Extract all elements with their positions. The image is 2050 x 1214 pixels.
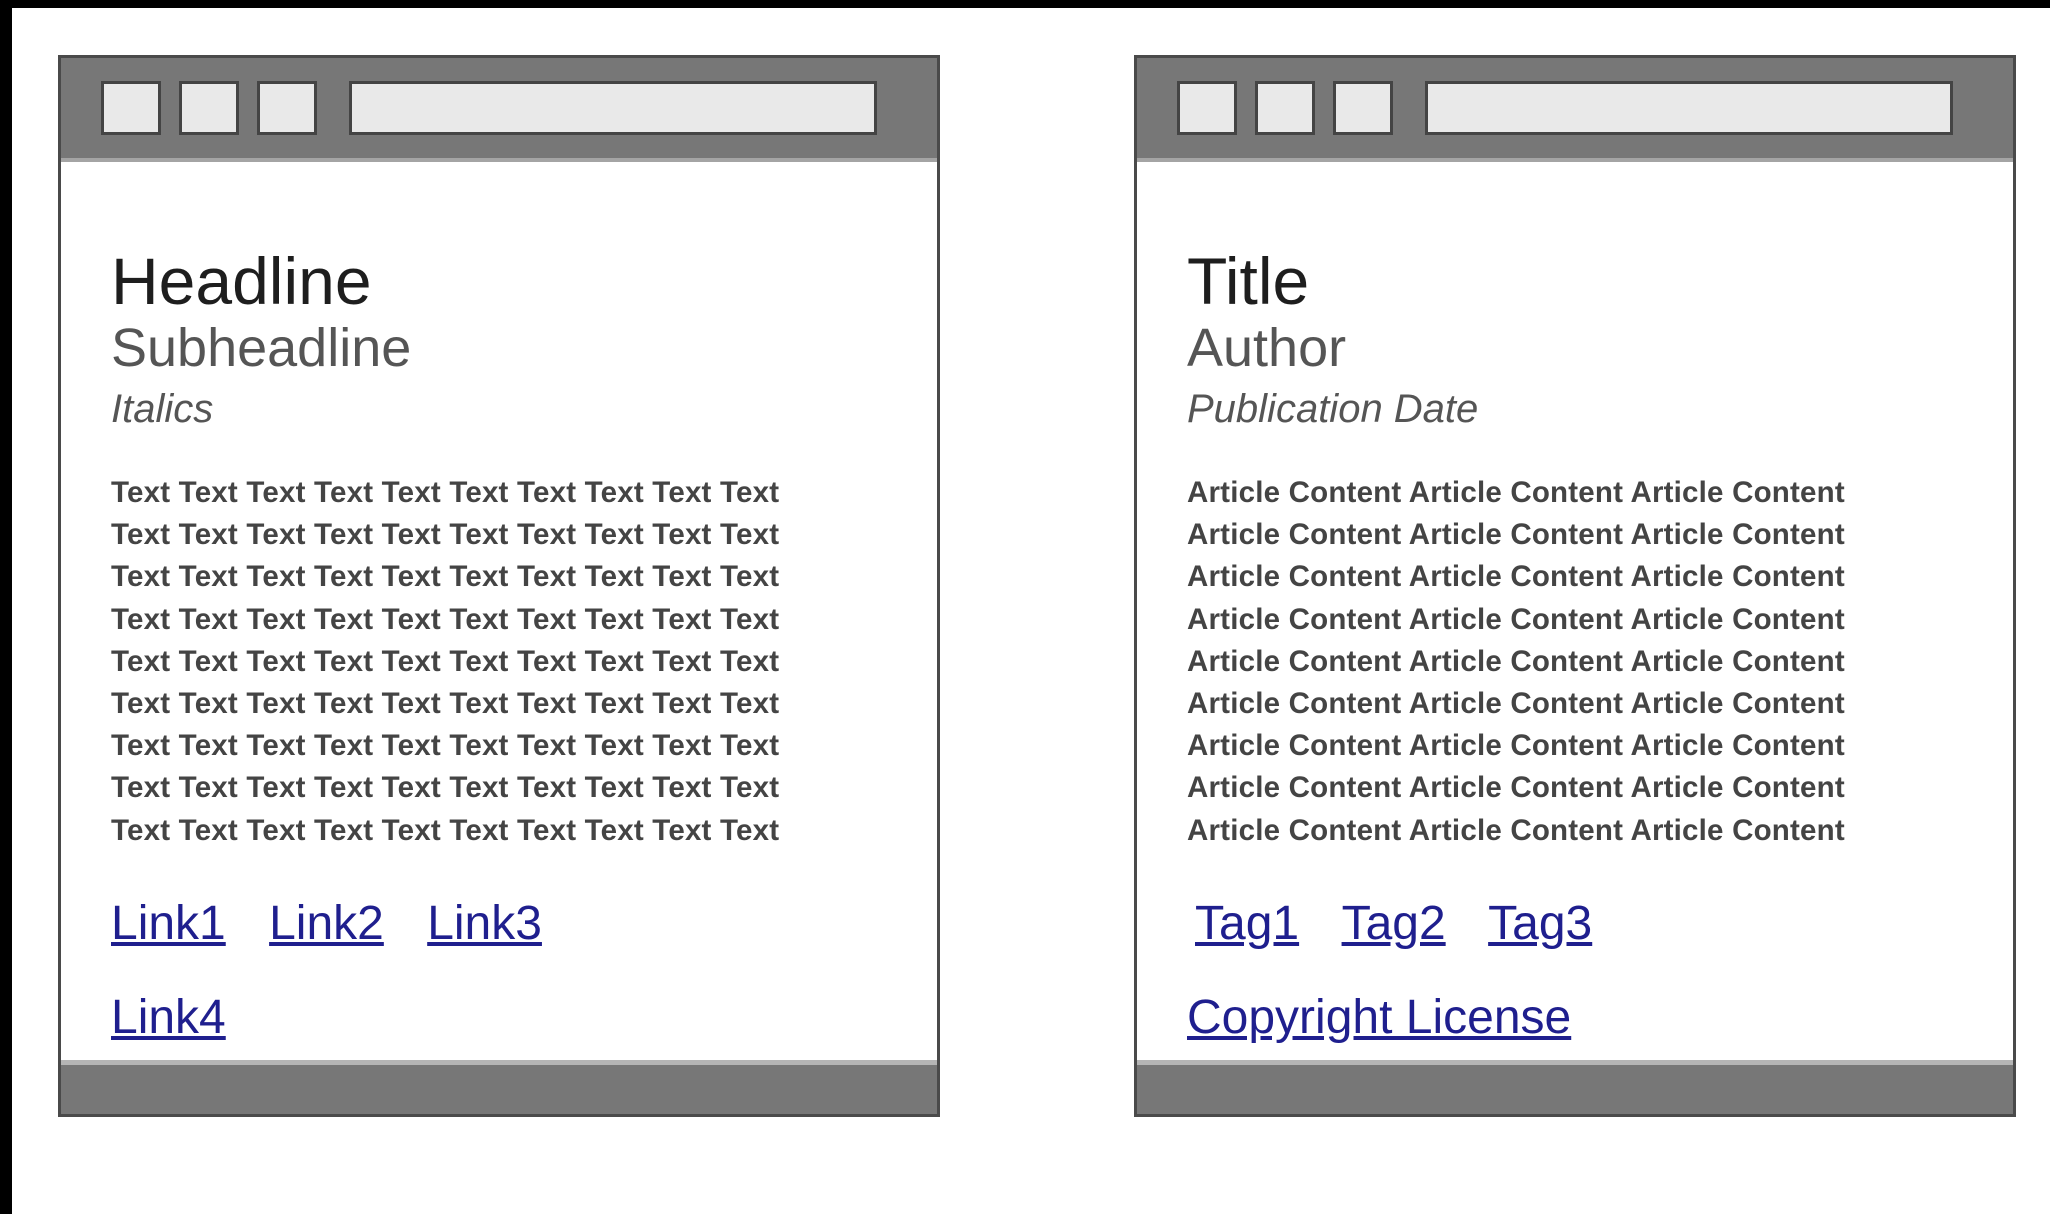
tags-row: Tag1 Tag2 Tag3 <box>1187 896 1993 952</box>
tag-2[interactable]: Tag2 <box>1342 897 1446 950</box>
article-content-line: Article Content Article Content Article … <box>1187 687 1845 721</box>
left-toolbar-button-1[interactable] <box>101 81 161 135</box>
left-address-bar[interactable] <box>349 81 877 135</box>
left-body-text: Text Text Text Text Text Text Text Text … <box>111 472 871 852</box>
body-text-line: Text Text Text Text Text Text Text Text … <box>111 687 780 721</box>
link-4[interactable]: Link4 <box>111 991 226 1044</box>
right-browser-window: Title Author Publication Date Article Co… <box>1134 55 2016 1117</box>
left-browser-window: Headline Subheadline Italics Text Text T… <box>58 55 940 1117</box>
right-window-content: Title Author Publication Date Article Co… <box>1187 246 1993 1046</box>
article-content-line: Article Content Article Content Article … <box>1187 729 1845 763</box>
body-text-line: Text Text Text Text Text Text Text Text … <box>111 518 780 552</box>
link-2[interactable]: Link2 <box>269 897 384 950</box>
right-address-bar[interactable] <box>1425 81 1953 135</box>
article-content-line: Article Content Article Content Article … <box>1187 771 1845 805</box>
diagram-sheet: Headline Subheadline Italics Text Text T… <box>12 8 2050 1214</box>
link-1[interactable]: Link1 <box>111 897 226 950</box>
body-text-line: Text Text Text Text Text Text Text Text … <box>111 602 780 636</box>
link-3[interactable]: Link3 <box>427 897 542 950</box>
left-window-footer <box>61 1060 937 1114</box>
tag-1[interactable]: Tag1 <box>1195 897 1299 950</box>
article-content-line: Article Content Article Content Article … <box>1187 644 1845 678</box>
publication-date: Publication Date <box>1187 387 1479 431</box>
article-content-line: Article Content Article Content Article … <box>1187 813 1845 847</box>
right-toolbar-button-2[interactable] <box>1255 81 1315 135</box>
body-text-line: Text Text Text Text Text Text Text Text … <box>111 560 780 594</box>
left-links-row: Link1 Link2 Link3 <box>111 896 917 952</box>
right-window-footer <box>1137 1060 2013 1114</box>
left-links-row-2: Link4 <box>111 990 917 1046</box>
body-text-line: Text Text Text Text Text Text Text Text … <box>111 476 780 509</box>
article-content: Article Content Article Content Article … <box>1187 472 1947 852</box>
left-window-toolbar <box>61 58 937 162</box>
article-content-line: Article Content Article Content Article … <box>1187 518 1845 552</box>
license-row: Copyright License <box>1187 990 1993 1046</box>
headline: Headline <box>111 244 372 318</box>
italics-line: Italics <box>111 387 214 431</box>
left-window-content: Headline Subheadline Italics Text Text T… <box>111 246 917 1046</box>
body-text-line: Text Text Text Text Text Text Text Text … <box>111 813 780 847</box>
left-toolbar-button-3[interactable] <box>257 81 317 135</box>
right-toolbar-button-1[interactable] <box>1177 81 1237 135</box>
tag-3[interactable]: Tag3 <box>1488 897 1592 950</box>
right-toolbar-button-3[interactable] <box>1333 81 1393 135</box>
body-text-line: Text Text Text Text Text Text Text Text … <box>111 771 780 805</box>
article-content-line: Article Content Article Content Article … <box>1187 560 1845 594</box>
body-text-line: Text Text Text Text Text Text Text Text … <box>111 644 780 678</box>
body-text-line: Text Text Text Text Text Text Text Text … <box>111 729 780 763</box>
article-author: Author <box>1187 318 1347 378</box>
subheadline: Subheadline <box>111 318 412 378</box>
right-window-toolbar <box>1137 58 2013 162</box>
copyright-license-link[interactable]: Copyright License <box>1187 991 1571 1044</box>
article-title: Title <box>1187 244 1310 318</box>
left-toolbar-button-2[interactable] <box>179 81 239 135</box>
article-content-line: Article Content Article Content Article … <box>1187 476 1845 509</box>
diagram-canvas: Headline Subheadline Italics Text Text T… <box>0 0 2050 1214</box>
article-content-line: Article Content Article Content Article … <box>1187 602 1845 636</box>
